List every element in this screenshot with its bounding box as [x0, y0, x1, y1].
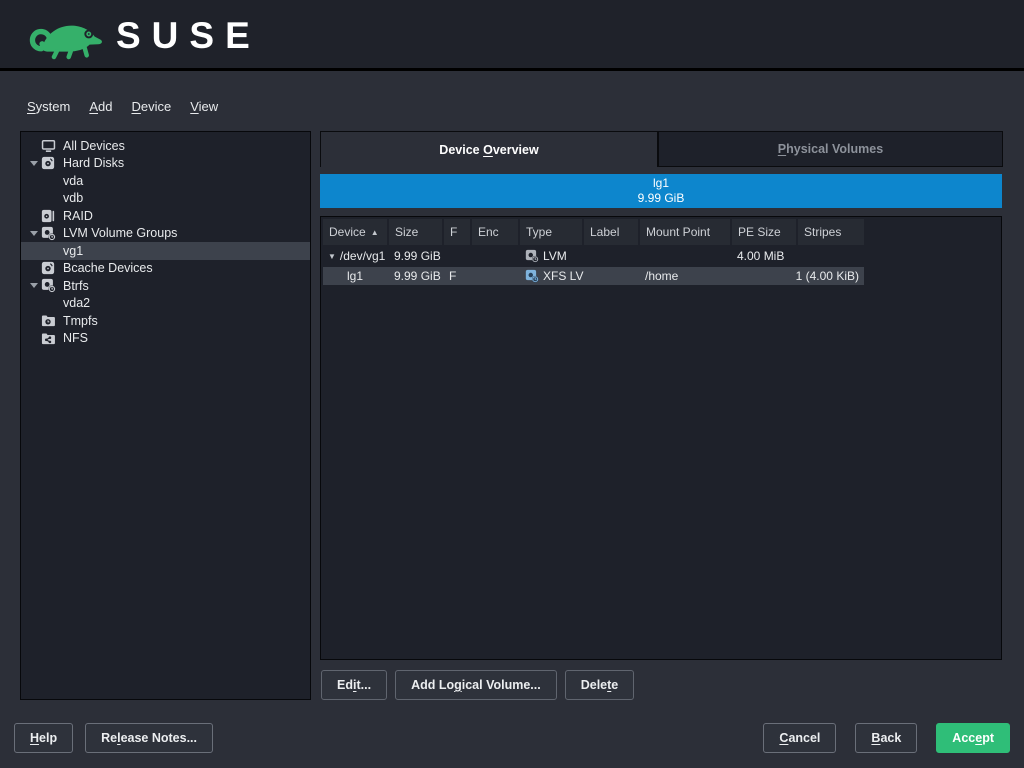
accept-button[interactable]: Accept [936, 723, 1010, 753]
expander-down-icon[interactable] [30, 161, 38, 166]
disk-icon [41, 261, 63, 275]
table-row-lg1[interactable]: lg1 9.99 GiB F XFS LV /home 1 (4.00 KiB) [323, 267, 864, 285]
add-logical-volume-button[interactable]: Add Logical Volume... [395, 670, 557, 700]
tree-item-btrfs[interactable]: Btrfs [21, 277, 310, 295]
column-header-pe-size[interactable]: PE Size [732, 219, 796, 245]
tree-item-vg1[interactable]: vg1 [21, 242, 310, 260]
column-header-stripes[interactable]: Stripes [798, 219, 864, 245]
column-header-device[interactable]: Device ▲ [323, 219, 387, 245]
disk-icon [41, 156, 63, 170]
device-table: Device ▲ Size F Enc Type Label Mount Poi… [320, 216, 1002, 660]
sort-ascending-icon: ▲ [371, 228, 379, 237]
row-expander-down-icon[interactable]: ▼ [328, 252, 336, 261]
tree-item-lvm-volume-groups[interactable]: LVM Volume Groups [21, 225, 310, 243]
tree-item-tmpfs[interactable]: Tmpfs [21, 312, 310, 330]
monitor-icon [41, 139, 63, 153]
delete-button[interactable]: Delete [565, 670, 635, 700]
raid-icon [41, 209, 63, 223]
menu-add[interactable]: Add [89, 99, 112, 114]
cancel-button[interactable]: Cancel [763, 723, 836, 753]
column-header-f[interactable]: F [444, 219, 470, 245]
tree-item-nfs[interactable]: NFS [21, 330, 310, 348]
table-header-row: Device ▲ Size F Enc Type Label Mount Poi… [323, 219, 864, 245]
lvm-disk-icon [525, 249, 539, 263]
menu-view[interactable]: View [190, 99, 218, 114]
table-action-buttons: Edit... Add Logical Volume... Delete [321, 670, 634, 700]
suse-wordmark: SUSE [116, 15, 261, 54]
tree-item-hard-disks[interactable]: Hard Disks [21, 155, 310, 173]
help-button[interactable]: Help [14, 723, 73, 753]
edit-button[interactable]: Edit... [321, 670, 387, 700]
tmpfs-icon [41, 314, 63, 327]
device-summary-banner: lg1 9.99 GiB [320, 174, 1002, 208]
table-row-dev-vg1[interactable]: ▼ /dev/vg1 9.99 GiB LVM 4.00 MiB [323, 247, 864, 265]
column-header-type[interactable]: Type [520, 219, 582, 245]
tree-item-vda2[interactable]: vda2 [21, 295, 310, 313]
tab-physical-volumes[interactable]: Physical Volumes [658, 131, 1003, 167]
menubar: System Add Device View [27, 99, 218, 114]
footer-right-buttons: Cancel Back Accept [763, 723, 1010, 753]
tree-item-raid[interactable]: RAID [21, 207, 310, 225]
expander-down-icon[interactable] [30, 283, 38, 288]
expander-down-icon[interactable] [30, 231, 38, 236]
banner-device-name: lg1 [653, 176, 669, 191]
tree-item-all-devices[interactable]: All Devices [21, 137, 310, 155]
back-button[interactable]: Back [855, 723, 917, 753]
tree-item-bcache-devices[interactable]: Bcache Devices [21, 260, 310, 278]
lvm-disk-icon [41, 226, 63, 241]
column-header-enc[interactable]: Enc [472, 219, 518, 245]
device-tree-sidebar: All Devices Hard Disks vda vdb RAID LVM … [20, 131, 311, 700]
banner-device-size: 9.99 GiB [638, 191, 685, 206]
menu-system[interactable]: System [27, 99, 70, 114]
tree-item-vdb[interactable]: vdb [21, 190, 310, 208]
tree-item-vda[interactable]: vda [21, 172, 310, 190]
footer-left-buttons: Help Release Notes... [14, 723, 213, 753]
menu-device[interactable]: Device [131, 99, 171, 114]
release-notes-button[interactable]: Release Notes... [85, 723, 213, 753]
lvm-disk-icon [41, 278, 63, 293]
suse-logo: SUSE [24, 8, 261, 60]
tab-device-overview[interactable]: Device Overview [320, 131, 658, 167]
column-header-label[interactable]: Label [584, 219, 638, 245]
column-header-mount-point[interactable]: Mount Point [640, 219, 730, 245]
top-logo-bar: SUSE [0, 0, 1024, 71]
lvm-disk-icon-blue [525, 269, 539, 283]
column-header-size[interactable]: Size [389, 219, 442, 245]
suse-chameleon-logo [24, 8, 106, 60]
tab-bar: Device Overview Physical Volumes [320, 131, 1003, 167]
nfs-icon [41, 332, 63, 345]
